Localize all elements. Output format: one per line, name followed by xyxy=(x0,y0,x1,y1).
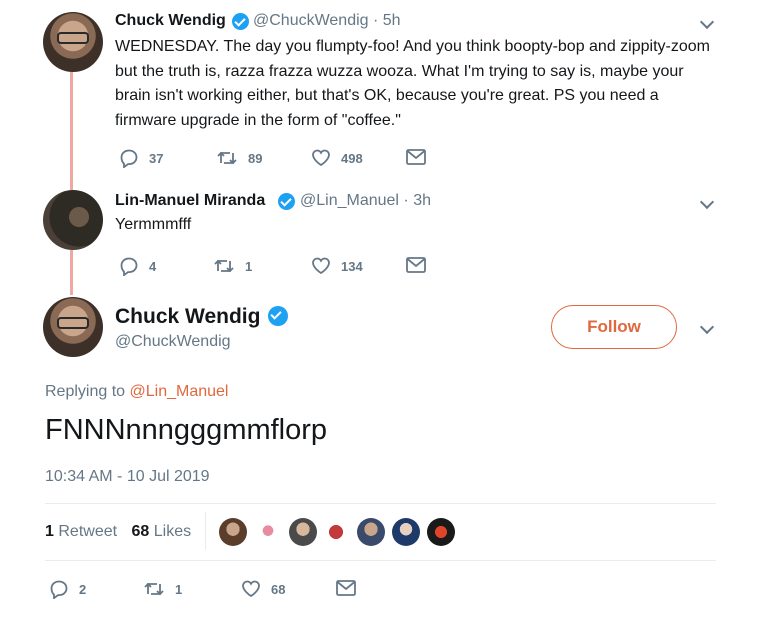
chevron-down-icon[interactable] xyxy=(699,319,715,335)
retweet-icon xyxy=(217,151,237,165)
reply-count: 2 xyxy=(79,581,87,597)
retweet-button[interactable]: 1 xyxy=(143,579,182,599)
reply-icon xyxy=(120,257,138,276)
liker-avatar[interactable] xyxy=(254,518,282,546)
main-author-name[interactable]: Chuck Wendig xyxy=(115,305,260,329)
reply-button[interactable]: 37 xyxy=(119,148,163,168)
reply-count: 4 xyxy=(149,258,157,274)
retweet-button[interactable]: 1 xyxy=(213,256,252,276)
retweet-icon xyxy=(144,582,164,596)
liker-avatar[interactable] xyxy=(392,518,420,546)
liker-avatar[interactable] xyxy=(219,518,247,546)
tweet-timestamp[interactable]: 10:34 AM - 10 Jul 2019 xyxy=(45,468,210,486)
verified-badge-icon xyxy=(268,306,288,326)
chevron-down-icon[interactable] xyxy=(699,14,715,30)
follow-button[interactable]: Follow xyxy=(551,305,677,349)
liker-avatar[interactable] xyxy=(289,518,317,546)
reply-button[interactable]: 4 xyxy=(119,256,156,276)
tweet-author-handle[interactable]: @Lin_Manuel · 3h xyxy=(300,192,431,210)
heart-icon xyxy=(242,580,260,598)
like-button[interactable]: 68 xyxy=(241,579,285,599)
main-tweet-text: FNNNnnngggmmflorp xyxy=(45,414,328,446)
retweet-button[interactable]: 89 xyxy=(216,148,262,168)
tweet-text: WEDNESDAY. The day you flumpty-foo! And … xyxy=(115,38,710,129)
retweet-count: 1 xyxy=(245,258,253,274)
avatar[interactable] xyxy=(43,190,103,250)
avatar[interactable] xyxy=(43,297,103,357)
like-button[interactable]: 134 xyxy=(311,256,363,276)
replying-handle-link[interactable]: @Lin_Manuel xyxy=(130,383,229,400)
thread-line xyxy=(70,250,73,295)
liker-avatar[interactable] xyxy=(322,518,350,546)
reply-icon xyxy=(120,149,138,168)
stats-separator xyxy=(205,512,206,550)
like-count: 68 xyxy=(271,581,286,597)
replying-prefix: Replying to xyxy=(45,383,130,400)
envelope-icon xyxy=(406,257,426,273)
avatar[interactable] xyxy=(43,12,103,72)
retweet-icon xyxy=(214,259,234,273)
like-count: 498 xyxy=(341,150,363,166)
heart-icon xyxy=(312,149,330,167)
verified-badge-icon xyxy=(278,193,295,210)
reply-count: 37 xyxy=(149,150,164,166)
message-button[interactable] xyxy=(405,148,437,166)
tweet-author-name[interactable]: Lin-Manuel Miranda xyxy=(115,192,265,210)
divider xyxy=(45,560,716,561)
tweet-author-name[interactable]: Chuck Wendig xyxy=(115,12,226,30)
retweet-count: 89 xyxy=(248,150,263,166)
retweet-stat[interactable]: 1 Retweet xyxy=(45,523,117,540)
retweet-stat-count: 1 xyxy=(45,523,54,540)
like-button[interactable]: 498 xyxy=(311,148,363,168)
retweet-stat-label: Retweet xyxy=(58,523,118,540)
main-author-handle[interactable]: @ChuckWendig xyxy=(115,333,231,351)
envelope-icon xyxy=(336,580,356,596)
liker-avatar[interactable] xyxy=(357,518,385,546)
like-count: 134 xyxy=(341,258,363,274)
like-stat-label: Likes xyxy=(153,523,192,540)
heart-icon xyxy=(312,257,330,275)
like-stat-count: 68 xyxy=(131,523,150,540)
retweet-count: 1 xyxy=(175,581,183,597)
liker-avatar[interactable] xyxy=(427,518,455,546)
tweet-text: Yermmmfff xyxy=(115,216,192,233)
message-button[interactable] xyxy=(405,256,437,274)
chevron-down-icon[interactable] xyxy=(699,194,715,210)
like-stat[interactable]: 68 Likes xyxy=(132,523,192,540)
tweet-author-handle[interactable]: @ChuckWendig · 5h xyxy=(253,12,401,30)
message-button[interactable] xyxy=(335,579,367,597)
reply-icon xyxy=(50,580,68,599)
reply-button[interactable]: 2 xyxy=(49,579,86,599)
thread-line xyxy=(70,72,73,190)
engagement-stats: 1 Retweet 68 Likes xyxy=(45,523,191,541)
divider xyxy=(45,503,716,504)
replying-to: Replying to @Lin_Manuel xyxy=(45,383,228,401)
verified-badge-icon xyxy=(232,13,249,30)
envelope-icon xyxy=(406,149,426,165)
